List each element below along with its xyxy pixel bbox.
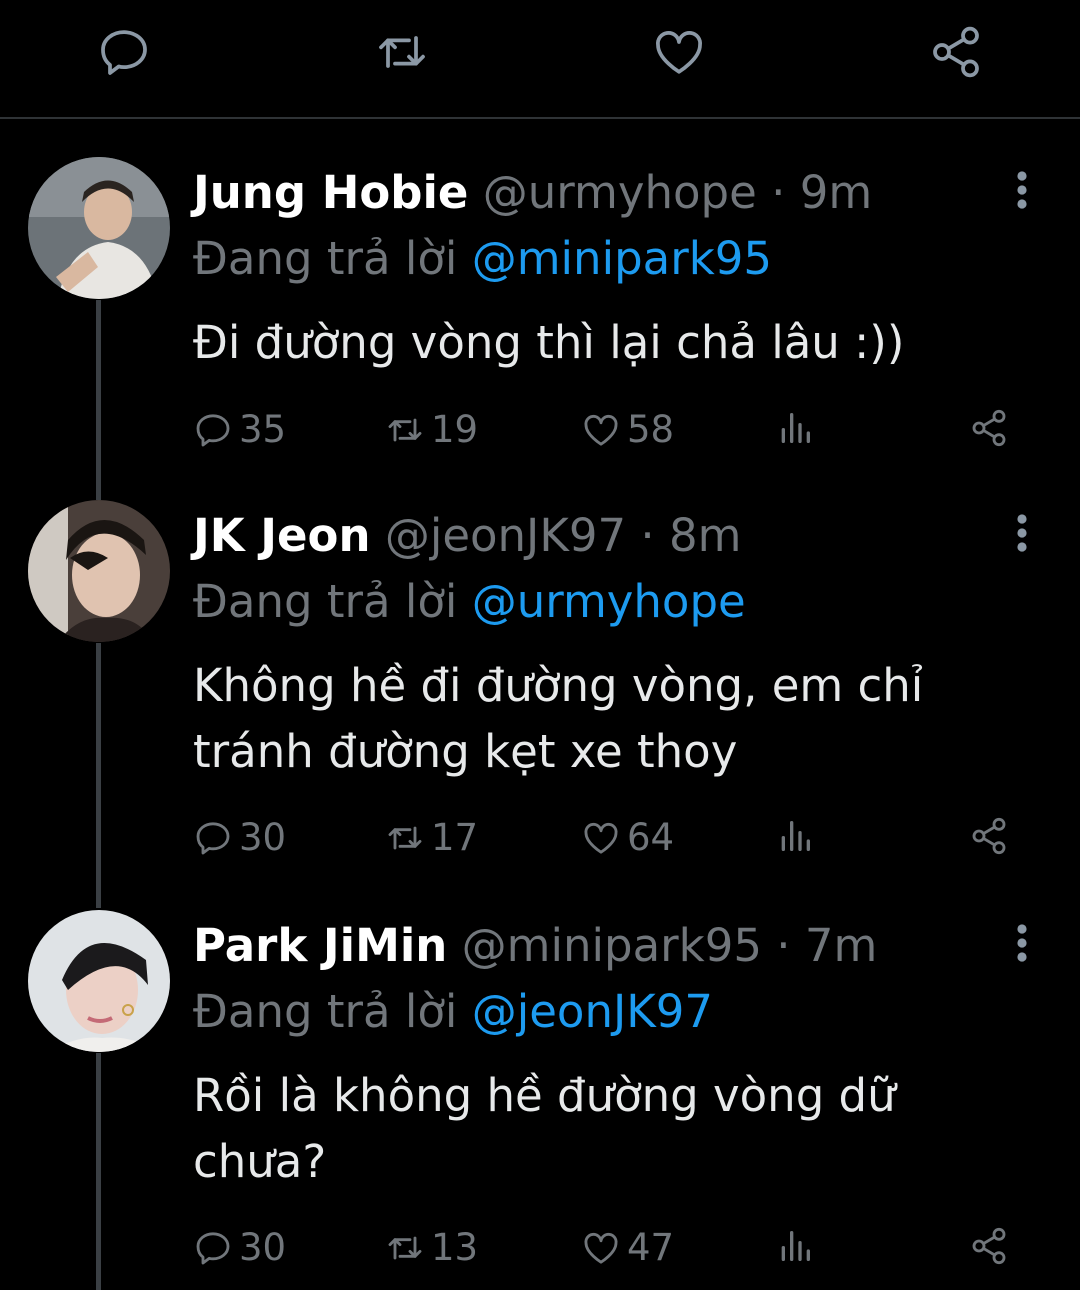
retweet-button[interactable]: 19 <box>385 408 478 451</box>
avatar[interactable] <box>28 500 170 642</box>
timestamp[interactable]: 7m <box>805 919 877 972</box>
separator: · <box>640 509 655 562</box>
avatar[interactable] <box>28 910 170 1052</box>
avatar[interactable] <box>28 157 170 299</box>
like-button[interactable]: 64 <box>581 816 674 859</box>
share-button[interactable] <box>969 816 1015 856</box>
replying-prefix: Đang trả lời <box>193 985 458 1038</box>
retweet-button[interactable]: 13 <box>385 1226 478 1269</box>
views-button[interactable] <box>775 408 821 448</box>
more-icon <box>1017 924 1027 962</box>
views-icon <box>781 821 810 851</box>
parent-tweet-action-bar <box>0 0 1080 119</box>
reply-button[interactable]: 35 <box>193 408 286 451</box>
retweet-count: 13 <box>431 1226 479 1269</box>
reply-count: 30 <box>239 816 287 859</box>
separator: · <box>771 166 786 219</box>
tweet-text: Rồi là không hề đường vòng dữ chưa? <box>193 1069 896 1188</box>
tweet-header: Park JiMin @minipark95 · 7m <box>193 913 877 979</box>
reply-button[interactable]: 30 <box>193 1226 286 1269</box>
display-name[interactable]: JK Jeon <box>193 509 371 562</box>
avatar-photo <box>28 157 170 299</box>
tweet-header: JK Jeon @jeonJK97 · 8m <box>193 503 742 569</box>
reply-icon <box>196 1231 230 1264</box>
reply-count: 35 <box>239 408 287 451</box>
like-count: 58 <box>627 408 675 451</box>
like-button[interactable]: 47 <box>581 1226 674 1269</box>
like-icon <box>656 31 702 74</box>
tweet-text: Không hề đi đường vòng, em chỉ tránh đườ… <box>193 659 924 778</box>
top-share-button[interactable] <box>926 22 986 82</box>
retweet-count: 17 <box>431 816 479 859</box>
reply-button[interactable]: 30 <box>193 816 286 859</box>
retweet-button[interactable]: 17 <box>385 816 478 859</box>
like-button[interactable]: 58 <box>581 408 674 451</box>
share-button[interactable] <box>969 1226 1015 1266</box>
like-count: 47 <box>627 1226 675 1269</box>
reply-icon <box>101 30 147 75</box>
mention-link[interactable]: @urmyhope <box>472 575 746 628</box>
more-options-button[interactable] <box>1000 503 1044 563</box>
user-handle[interactable]: @minipark95 <box>462 919 762 972</box>
timestamp[interactable]: 9m <box>800 166 872 219</box>
retweet-icon <box>379 36 425 68</box>
tweet-actions: 35 19 58 <box>193 408 1033 458</box>
top-retweet-button[interactable] <box>372 22 432 82</box>
replying-prefix: Đang trả lời <box>193 232 458 285</box>
views-button[interactable] <box>775 1226 821 1266</box>
tweet-header: Jung Hobie @urmyhope · 9m <box>193 160 872 226</box>
more-icon <box>1017 514 1027 552</box>
retweet-icon <box>388 826 422 849</box>
thread-line <box>96 643 101 908</box>
user-handle[interactable]: @jeonJK97 <box>385 509 626 562</box>
share-icon <box>972 409 1006 447</box>
avatar-photo <box>28 500 170 642</box>
retweet-icon <box>388 1236 422 1259</box>
reply-icon <box>196 413 230 446</box>
tweet-actions: 30 17 64 <box>193 816 1033 866</box>
retweet-count: 19 <box>431 408 479 451</box>
thread-line <box>96 1053 101 1290</box>
replying-to: Đang trả lời @jeonJK97 <box>193 979 713 1045</box>
reply-icon <box>196 821 230 854</box>
share-icon <box>972 817 1006 855</box>
more-options-button[interactable] <box>1000 160 1044 220</box>
tweet-actions: 30 13 47 <box>193 1226 1033 1276</box>
separator: · <box>776 919 791 972</box>
tweet-text: Đi đường vòng thì lại chả lâu :)) <box>193 316 905 369</box>
replying-to: Đang trả lời @minipark95 <box>193 226 772 292</box>
mention-link[interactable]: @minipark95 <box>472 232 772 285</box>
mention-link[interactable]: @jeonJK97 <box>472 985 713 1038</box>
display-name[interactable]: Jung Hobie <box>193 166 468 219</box>
more-icon <box>1017 171 1027 209</box>
like-icon <box>584 1232 618 1264</box>
like-icon <box>584 822 618 854</box>
more-options-button[interactable] <box>1000 913 1044 973</box>
retweet-icon <box>388 418 422 441</box>
reply-count: 30 <box>239 1226 287 1269</box>
user-handle[interactable]: @urmyhope <box>483 166 757 219</box>
avatar-photo <box>28 910 170 1052</box>
replying-to: Đang trả lời @urmyhope <box>193 569 746 635</box>
like-icon <box>584 414 618 446</box>
display-name[interactable]: Park JiMin <box>193 919 447 972</box>
top-like-button[interactable] <box>649 22 709 82</box>
views-icon <box>781 1231 810 1261</box>
timestamp[interactable]: 8m <box>669 509 741 562</box>
views-button[interactable] <box>775 816 821 856</box>
top-reply-button[interactable] <box>94 22 154 82</box>
share-icon <box>933 26 979 78</box>
like-count: 64 <box>627 816 675 859</box>
replying-prefix: Đang trả lời <box>193 575 458 628</box>
thread-line <box>96 300 101 500</box>
share-icon <box>972 1227 1006 1265</box>
share-button[interactable] <box>969 408 1015 448</box>
views-icon <box>781 413 810 443</box>
